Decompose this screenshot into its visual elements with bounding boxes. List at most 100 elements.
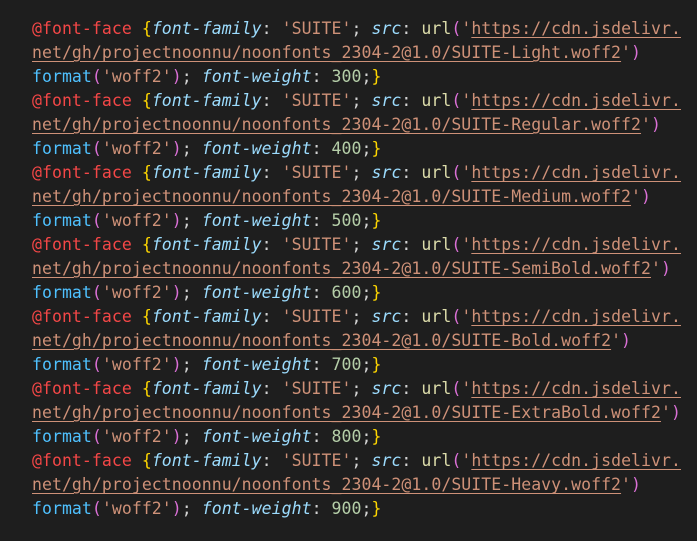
quote: ' <box>461 19 472 38</box>
close-brace: } <box>371 139 382 158</box>
url-link-part1[interactable]: https://cdn.jsdelivr. <box>471 19 681 38</box>
code-line-1: @font-face {font-family: 'SUITE'; src: u… <box>32 89 697 113</box>
family-value: 'SUITE' <box>281 451 352 470</box>
url-link-part2[interactable]: net/gh/projectnoonnu/noonfonts_2304-2@1.… <box>32 403 661 422</box>
colon: : <box>311 139 332 158</box>
semicolon: ; <box>351 451 372 470</box>
format-function: format <box>32 67 92 86</box>
property-font-weight: font-weight <box>201 211 312 230</box>
url-function: url <box>421 235 452 254</box>
url-close: ) <box>631 475 642 494</box>
semicolon: ; <box>361 499 372 518</box>
at-rule-token: @font-face <box>32 235 132 254</box>
url-close: ) <box>670 403 681 422</box>
property-font-family: font-family <box>151 235 262 254</box>
format-open: ( <box>91 283 102 302</box>
close-brace: } <box>371 355 382 374</box>
colon: : <box>311 355 332 374</box>
close-brace: } <box>371 499 382 518</box>
quote: ' <box>621 43 632 62</box>
url-function: url <box>421 379 452 398</box>
semicolon: ; <box>361 211 372 230</box>
semicolon: ; <box>351 91 372 110</box>
url-link-part2[interactable]: net/gh/projectnoonnu/noonfonts_2304-2@1.… <box>32 475 621 494</box>
open-brace: { <box>141 379 152 398</box>
url-function: url <box>421 91 452 110</box>
property-font-family: font-family <box>151 379 262 398</box>
code-line-3: format('woff2'); font-weight: 800;} <box>32 425 697 449</box>
close-brace: } <box>371 67 382 86</box>
colon: : <box>261 235 282 254</box>
format-function: format <box>32 283 92 302</box>
weight-value: 800 <box>331 427 362 446</box>
property-src: src <box>371 163 402 182</box>
semicolon: ; <box>351 379 372 398</box>
semicolon: ; <box>181 499 202 518</box>
colon: : <box>261 379 282 398</box>
url-link-part2[interactable]: net/gh/projectnoonnu/noonfonts_2304-2@1.… <box>32 331 611 350</box>
url-open: ( <box>451 91 462 110</box>
format-close: ) <box>171 355 182 374</box>
url-open: ( <box>451 307 462 326</box>
code-line-1: @font-face {font-family: 'SUITE'; src: u… <box>32 17 697 41</box>
code-line-2: net/gh/projectnoonnu/noonfonts_2304-2@1.… <box>32 401 697 425</box>
url-link-part2[interactable]: net/gh/projectnoonnu/noonfonts_2304-2@1.… <box>32 259 651 278</box>
code-line-1: @font-face {font-family: 'SUITE'; src: u… <box>32 305 697 329</box>
quote: ' <box>621 475 632 494</box>
open-brace: { <box>141 91 152 110</box>
url-link-part1[interactable]: https://cdn.jsdelivr. <box>471 307 681 326</box>
weight-value: 500 <box>331 211 362 230</box>
close-brace: } <box>371 427 382 446</box>
url-link-part1[interactable]: https://cdn.jsdelivr. <box>471 91 681 110</box>
code-line-3: format('woff2'); font-weight: 700;} <box>32 353 697 377</box>
property-src: src <box>371 451 402 470</box>
semicolon: ; <box>361 283 372 302</box>
url-open: ( <box>451 19 462 38</box>
colon: : <box>401 451 422 470</box>
url-link-part2[interactable]: net/gh/projectnoonnu/noonfonts_2304-2@1.… <box>32 187 631 206</box>
semicolon: ; <box>351 307 372 326</box>
code-line-3: format('woff2'); font-weight: 500;} <box>32 209 697 233</box>
quote: ' <box>631 187 642 206</box>
family-value: 'SUITE' <box>281 379 352 398</box>
code-line-1: @font-face {font-family: 'SUITE'; src: u… <box>32 233 697 257</box>
format-value: 'woff2' <box>101 283 172 302</box>
colon: : <box>401 235 422 254</box>
semicolon: ; <box>351 163 372 182</box>
format-close: ) <box>171 67 182 86</box>
code-line-1: @font-face {font-family: 'SUITE'; src: u… <box>32 449 697 473</box>
format-close: ) <box>171 427 182 446</box>
semicolon: ; <box>181 283 202 302</box>
semicolon: ; <box>361 67 372 86</box>
family-value: 'SUITE' <box>281 307 352 326</box>
semicolon: ; <box>361 139 372 158</box>
colon: : <box>401 307 422 326</box>
at-rule-token: @font-face <box>32 91 132 110</box>
colon: : <box>311 499 332 518</box>
format-value: 'woff2' <box>101 499 172 518</box>
url-link-part1[interactable]: https://cdn.jsdelivr. <box>471 235 681 254</box>
url-link-part1[interactable]: https://cdn.jsdelivr. <box>471 379 681 398</box>
quote: ' <box>641 115 651 134</box>
url-link-part2[interactable]: net/gh/projectnoonnu/noonfonts_2304-2@1.… <box>32 115 641 134</box>
semicolon: ; <box>181 67 202 86</box>
format-function: format <box>32 211 92 230</box>
property-font-family: font-family <box>151 163 262 182</box>
property-font-weight: font-weight <box>201 67 312 86</box>
format-function: format <box>32 427 92 446</box>
family-value: 'SUITE' <box>281 91 352 110</box>
property-src: src <box>371 307 402 326</box>
quote: ' <box>461 235 472 254</box>
at-rule-token: @font-face <box>32 163 132 182</box>
code-line-2: net/gh/projectnoonnu/noonfonts_2304-2@1.… <box>32 257 697 281</box>
quote: ' <box>611 331 622 350</box>
format-open: ( <box>91 355 102 374</box>
code-editor[interactable]: @font-face {font-family: 'SUITE'; src: u… <box>0 0 697 541</box>
url-link-part1[interactable]: https://cdn.jsdelivr. <box>471 163 681 182</box>
url-link-part2[interactable]: net/gh/projectnoonnu/noonfonts_2304-2@1.… <box>32 43 621 62</box>
format-open: ( <box>91 427 102 446</box>
url-open: ( <box>451 451 462 470</box>
url-link-part1[interactable]: https://cdn.jsdelivr. <box>471 451 681 470</box>
